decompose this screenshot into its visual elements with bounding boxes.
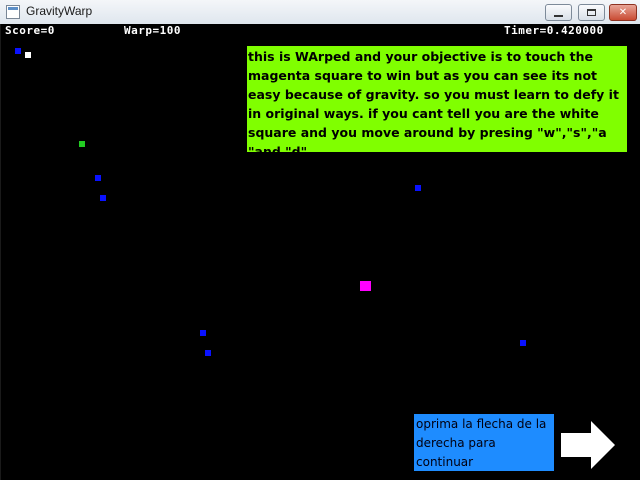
obstacle-square: [95, 175, 101, 181]
minimize-icon: [554, 14, 563, 17]
warp-pickup-square: [79, 141, 85, 147]
window-title: GravityWarp: [26, 4, 93, 18]
minimize-button[interactable]: [545, 4, 572, 21]
obstacle-square: [520, 340, 526, 346]
obstacle-square: [205, 350, 211, 356]
score-readout: Score=0: [5, 24, 55, 37]
player-square: [25, 52, 31, 58]
right-arrow-icon[interactable]: [561, 421, 617, 469]
instructions-box: this is WArped and your objective is to …: [247, 46, 627, 159]
warp-readout: Warp=100: [124, 24, 181, 37]
obstacle-square: [15, 48, 21, 54]
obstacle-square: [415, 185, 421, 191]
game-canvas[interactable]: Score=0 Warp=100 Timer=0.420000 this is …: [0, 24, 640, 480]
close-button[interactable]: ✕: [609, 4, 637, 21]
obstacle-square: [100, 195, 106, 201]
close-icon: ✕: [618, 7, 628, 18]
obstacle-square: [200, 330, 206, 336]
continue-hint-box: oprima la flecha de la derecha para cont…: [414, 414, 554, 471]
app-window-icon: [6, 5, 20, 19]
maximize-icon: [587, 9, 596, 16]
timer-readout: Timer=0.420000: [504, 24, 604, 37]
window-title-bar[interactable]: GravityWarp ✕: [0, 0, 640, 25]
goal-square: [360, 281, 371, 291]
maximize-button[interactable]: [578, 4, 605, 21]
